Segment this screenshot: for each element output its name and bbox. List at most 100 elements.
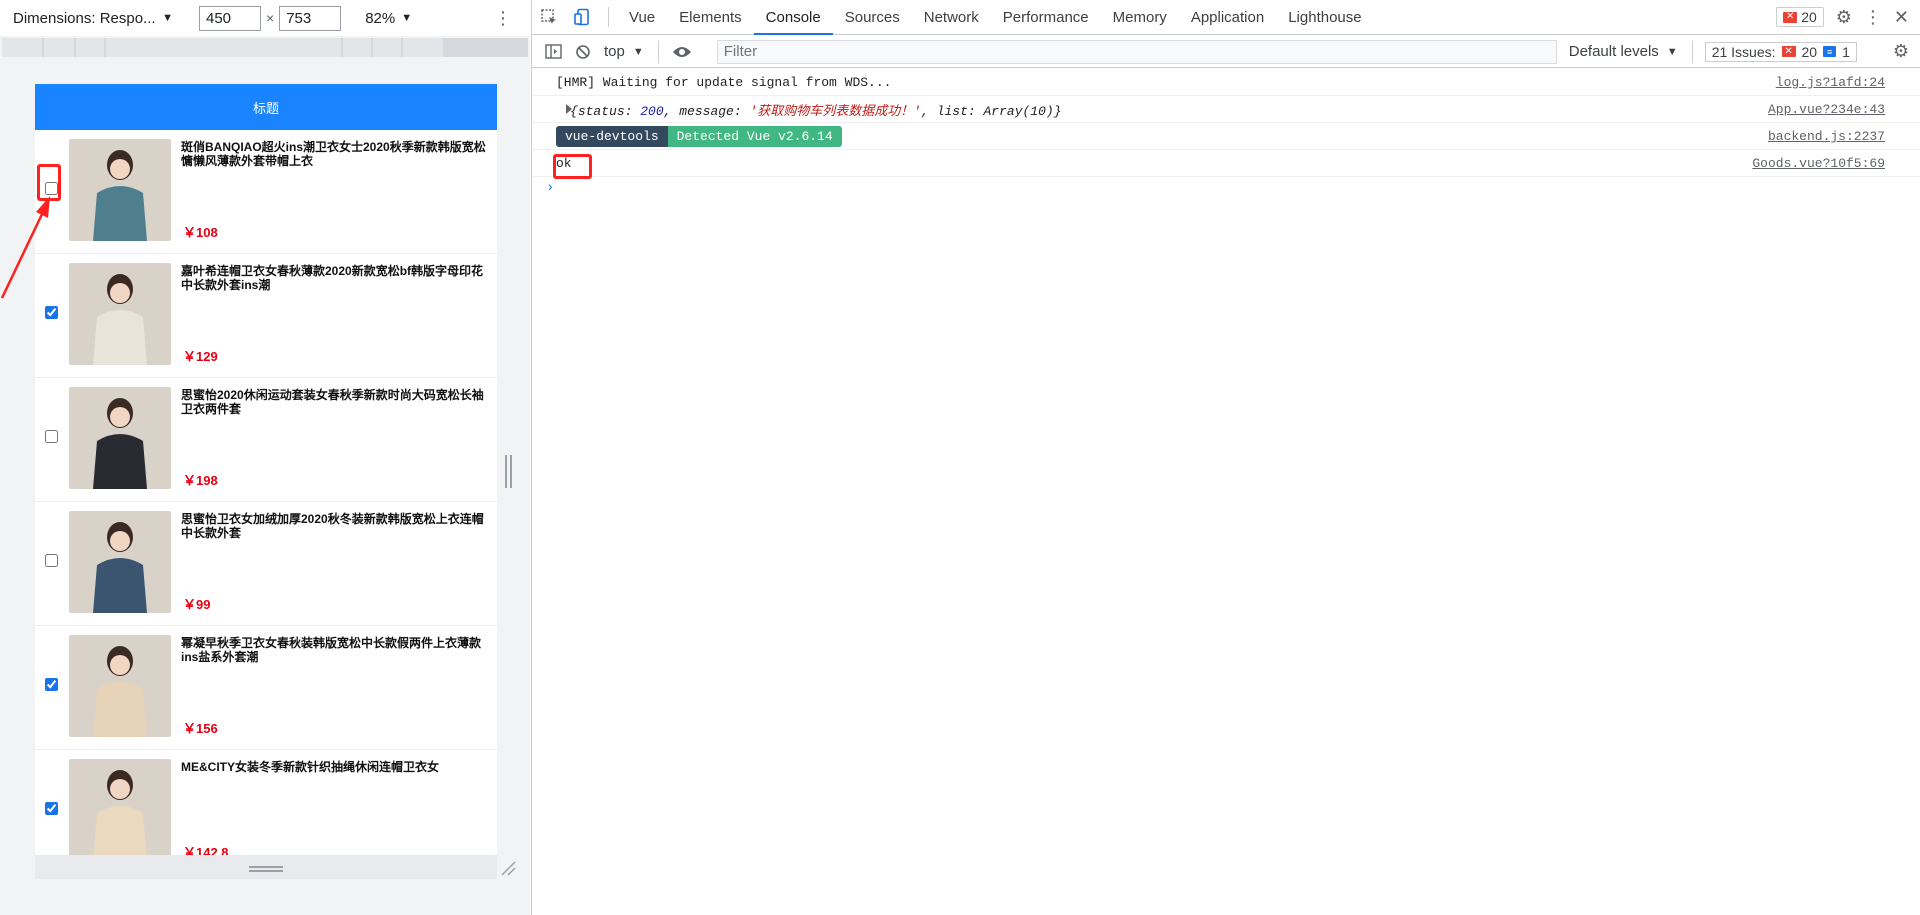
close-icon[interactable]: ✕ <box>1894 7 1909 28</box>
tab-performance[interactable]: Performance <box>991 0 1101 35</box>
message-source-link[interactable]: log.js?1afd:24 <box>1776 75 1885 90</box>
resize-handle-bottom[interactable] <box>249 866 283 872</box>
console-settings-gear-icon[interactable]: ⚙ <box>1893 41 1909 62</box>
goods-item: 思蜜怡卫衣女加绒加厚2020秋冬装新款韩版宽松上衣连帽中长款外套 ￥99 <box>35 502 497 626</box>
tab-sources[interactable]: Sources <box>833 0 912 35</box>
issues-button[interactable]: 21 Issues: ✕ 20 ≡ 1 <box>1704 41 1857 62</box>
more-options-icon[interactable]: ⋮ <box>494 9 512 27</box>
dimensions-select[interactable]: Dimensions: Respo... ▼ <box>13 10 173 27</box>
goods-title: ME&CITY女装冬季新款针织抽绳休闲连帽卫衣女 <box>181 760 440 774</box>
console-message-ok: ok Goods.vue?10f5:69 <box>532 150 1920 177</box>
zoom-label: 82% <box>365 9 396 27</box>
height-input[interactable] <box>279 5 342 31</box>
product-photo-icon <box>69 635 171 737</box>
tab-application[interactable]: Application <box>1179 0 1276 35</box>
log-levels-select[interactable]: Default levels ▼ <box>1568 40 1693 63</box>
vue-version-badge: Detected Vue v2.6.14 <box>667 125 842 147</box>
dropdown-arrow-icon: ▼ <box>401 12 413 24</box>
goods-item: 幂凝早秋季卫衣女春秋装韩版宽松中长款假两件上衣薄款ins盐系外套潮 ￥156 <box>35 626 497 750</box>
resize-corner-icon[interactable] <box>500 860 516 876</box>
goods-item: 斑俏BANQIAO超火ins潮卫衣女士2020秋季新款韩版宽松慵懒风薄款外套带帽… <box>35 130 497 254</box>
error-count: 20 <box>1801 9 1817 25</box>
console-filter-input[interactable] <box>716 39 1557 64</box>
error-icon: ✕ <box>1783 11 1798 23</box>
goods-thumbnail <box>69 511 171 613</box>
goods-checkbox[interactable] <box>45 306 58 319</box>
product-photo-icon <box>69 387 171 489</box>
goods-thumbnail <box>69 759 171 855</box>
console-message-object[interactable]: {status: 200, message: '获取购物车列表数据成功！', l… <box>532 96 1920 123</box>
console-message-vue-devtools: vue-devtools Detected Vue v2.6.14 backend… <box>532 123 1920 150</box>
goods-title: 思蜜怡2020休闲运动套装女春秋季新款时尚大码宽松长袖卫衣两件套 <box>181 388 484 416</box>
message-source-link[interactable]: Goods.vue?10f5:69 <box>1752 156 1885 171</box>
tab-memory[interactable]: Memory <box>1101 0 1179 35</box>
goods-title: 思蜜怡卫衣女加绒加厚2020秋冬装新款韩版宽松上衣连帽中长款外套 <box>181 512 484 540</box>
message-source-link[interactable]: backend.js:2237 <box>1768 129 1885 144</box>
devtools-tabs: Vue Elements Console Sources Network Performa… <box>617 0 1374 35</box>
goods-title: 幂凝早秋季卫衣女春秋装韩版宽松中长款假两件上衣薄款ins盐系外套潮 <box>181 636 482 664</box>
goods-price: ￥142.8 <box>183 845 229 855</box>
goods-price: ￥108 <box>183 225 218 240</box>
tab-network[interactable]: Network <box>912 0 991 35</box>
expand-caret-icon[interactable] <box>566 104 572 114</box>
tab-vue[interactable]: Vue <box>617 0 667 35</box>
sidebar-toggle-icon[interactable] <box>538 37 568 67</box>
resize-handle-right[interactable] <box>505 455 512 488</box>
console-log: [HMR] Waiting for update signal from WDS… <box>532 69 1920 199</box>
more-options-icon[interactable]: ⋮ <box>1864 7 1882 28</box>
dropdown-arrow-icon: ▼ <box>1666 45 1678 58</box>
context-select[interactable]: top ▼ <box>604 40 659 63</box>
width-input[interactable] <box>199 5 261 31</box>
goods-price: ￥198 <box>183 473 218 488</box>
live-expression-eye-icon[interactable] <box>667 37 697 67</box>
goods-thumbnail <box>69 635 171 737</box>
app-header: 标题 <box>35 84 497 130</box>
error-icon: ✕ <box>1781 46 1796 57</box>
device-toggle-icon[interactable] <box>566 0 600 35</box>
object-preview: {status: 200, message: '获取购物车列表数据成功！', l… <box>570 103 1062 119</box>
tab-elements[interactable]: Elements <box>667 0 754 35</box>
prompt-chevron-icon: › <box>546 180 555 196</box>
dropdown-arrow-icon: ▼ <box>632 45 644 58</box>
context-label: top <box>604 43 625 60</box>
goods-checkbox[interactable] <box>45 802 58 815</box>
issues-label: 21 Issues: <box>1711 43 1776 60</box>
issues-error-count: 20 <box>1801 43 1818 60</box>
goods-title: 斑俏BANQIAO超火ins潮卫衣女士2020秋季新款韩版宽松慵懒风薄款外套带帽… <box>181 140 486 168</box>
dimensions-label: Dimensions: Respo... <box>13 9 156 27</box>
goods-price: ￥129 <box>183 349 218 364</box>
emulated-viewport: 标题 斑俏BANQIAO超火ins潮卫衣女士2020秋季新款韩版宽松慵懒风薄款外… <box>35 84 497 855</box>
zoom-select[interactable]: 82% ▼ <box>365 10 412 27</box>
console-prompt[interactable]: › <box>532 177 1920 199</box>
message-source-link[interactable]: App.vue?234e:43 <box>1768 102 1885 117</box>
goods-thumbnail <box>69 387 171 489</box>
goods-item: 思蜜怡2020休闲运动套装女春秋季新款时尚大码宽松长袖卫衣两件套 ￥198 <box>35 378 497 502</box>
info-icon: ≡ <box>1823 46 1837 57</box>
settings-gear-icon[interactable]: ⚙ <box>1836 7 1852 28</box>
goods-list: 斑俏BANQIAO超火ins潮卫衣女士2020秋季新款韩版宽松慵懒风薄款外套带帽… <box>35 130 497 855</box>
goods-checkbox[interactable] <box>45 554 58 567</box>
dropdown-arrow-icon: ▼ <box>162 12 173 24</box>
devtools-tabbar-right: ✕ 20 ⚙ ⋮ ✕ <box>1776 7 1909 28</box>
tab-lighthouse[interactable]: Lighthouse <box>1276 0 1373 35</box>
product-photo-icon <box>69 263 171 365</box>
goods-checkbox[interactable] <box>45 678 58 691</box>
devtools-panel: Vue Elements Console Sources Network Performa… <box>531 0 1920 915</box>
app-header-title: 标题 <box>252 100 279 116</box>
inspect-element-icon[interactable] <box>532 0 566 35</box>
goods-thumbnail <box>69 263 171 365</box>
media-query-ruler[interactable] <box>2 38 528 57</box>
error-count-badge[interactable]: ✕ 20 <box>1776 7 1824 27</box>
console-message-hmr: [HMR] Waiting for update signal from WDS… <box>532 69 1920 96</box>
device-emulation-pane: Dimensions: Respo... ▼ × 82% ▼ ⋮ 标题 斑俏BA… <box>0 0 530 915</box>
issues-info-count: 1 <box>1842 43 1850 60</box>
clear-console-icon[interactable] <box>568 37 598 67</box>
goods-price: ￥156 <box>183 721 218 736</box>
goods-checkbox[interactable] <box>45 430 58 443</box>
goods-title: 嘉叶希连帽卫衣女春秋薄款2020新款宽松bf韩版字母印花中长款外套ins潮 <box>181 264 484 292</box>
console-toolbar: top ▼ Default levels ▼ 21 Issues: ✕ 20 ≡… <box>532 36 1920 68</box>
toolbar-separator <box>608 7 609 27</box>
product-photo-icon <box>69 759 171 855</box>
tab-console[interactable]: Console <box>753 0 833 35</box>
log-levels-label: Default levels <box>1568 43 1659 60</box>
